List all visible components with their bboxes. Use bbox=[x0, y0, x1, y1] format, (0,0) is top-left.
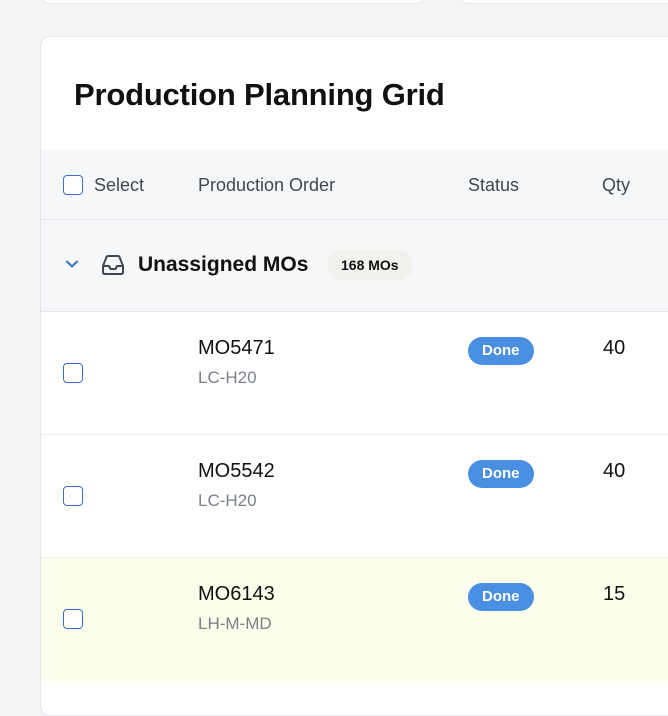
top-card-right bbox=[458, 0, 668, 4]
production-order-id[interactable]: MO6143 bbox=[198, 583, 275, 606]
row-checkbox[interactable] bbox=[63, 486, 83, 506]
top-card-left bbox=[40, 0, 426, 4]
qty-value: 40 bbox=[603, 460, 626, 482]
status-badge: Done bbox=[468, 460, 534, 488]
status-badge: Done bbox=[468, 337, 534, 365]
production-planning-panel: Production Planning Grid Select Producti… bbox=[40, 36, 668, 716]
qty-value: 40 bbox=[603, 337, 626, 359]
table-header: Select Production Order Status Qty bbox=[41, 150, 668, 220]
production-order-id[interactable]: MO5542 bbox=[198, 460, 275, 483]
group-row-unassigned[interactable]: Unassigned MOs 168 MOs bbox=[41, 220, 668, 312]
row-checkbox[interactable] bbox=[63, 609, 83, 629]
group-title: Unassigned MOs bbox=[138, 253, 309, 276]
column-header-qty[interactable]: Qty bbox=[602, 175, 630, 196]
table-row-highlighted[interactable]: MO6143 LH-M-MD Done 15 bbox=[41, 558, 668, 681]
group-count-badge: 168 MOs bbox=[327, 250, 413, 280]
table-row[interactable]: MO5471 LC-H20 Done 40 bbox=[41, 312, 668, 435]
product-sku: LH-M-MD bbox=[198, 614, 272, 633]
product-sku: LC-H20 bbox=[198, 491, 257, 510]
inbox-icon bbox=[102, 255, 124, 275]
top-cards bbox=[0, 0, 668, 8]
chevron-down-icon[interactable] bbox=[63, 255, 81, 273]
column-header-select: Select bbox=[94, 175, 145, 195]
product-sku: LC-H20 bbox=[198, 368, 257, 387]
qty-value: 15 bbox=[603, 583, 626, 605]
row-checkbox[interactable] bbox=[63, 363, 83, 383]
table-row[interactable]: MO5542 LC-H20 Done 40 bbox=[41, 435, 668, 558]
column-header-status[interactable]: Status bbox=[468, 175, 519, 196]
production-order-id[interactable]: MO5471 bbox=[198, 337, 275, 360]
page-title: Production Planning Grid bbox=[74, 77, 445, 112]
select-all-checkbox[interactable] bbox=[63, 175, 83, 195]
status-badge: Done bbox=[468, 583, 534, 611]
column-header-production-order[interactable]: Production Order bbox=[198, 175, 335, 196]
